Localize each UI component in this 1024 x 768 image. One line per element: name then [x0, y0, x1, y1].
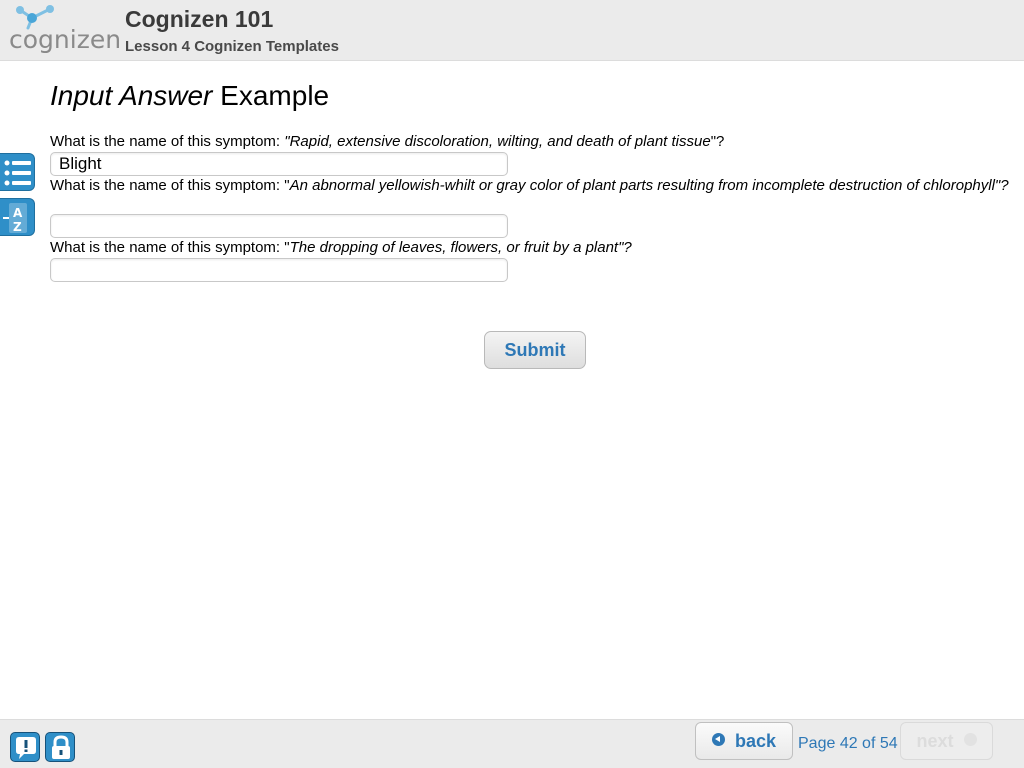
cognizen-logo: cognizen — [9, 5, 120, 54]
question-3-label: What is the name of this symptom: "The d… — [50, 239, 1010, 257]
header-bar: cognizen Cognizen 101 Lesson 4 Cognizen … — [0, 0, 1024, 61]
question-3-text: The dropping of leaves, flowers, or frui… — [289, 239, 632, 256]
back-button[interactable]: back — [695, 722, 793, 760]
page-title-italic: Input Answer — [50, 80, 213, 111]
course-title: Cognizen 101 — [125, 6, 274, 32]
question-2-label: What is the name of this symptom: "An ab… — [50, 177, 1010, 195]
lesson-title: Lesson 4 Cognizen Templates — [125, 38, 339, 55]
question-1-close: "? — [710, 133, 725, 150]
answer-3-input[interactable] — [50, 258, 508, 282]
question-2-text: An abnormal yellowish-whilt or gray colo… — [289, 177, 1009, 194]
lesson-menu-button[interactable] — [0, 153, 35, 191]
lock-button[interactable] — [45, 732, 75, 762]
answer-2-input[interactable] — [50, 214, 508, 238]
glossary-button[interactable]: A Z — [0, 198, 35, 236]
next-button[interactable]: next — [900, 722, 993, 760]
help-button[interactable] — [10, 732, 40, 762]
footer-bar: back Page 42 of 54 next — [0, 719, 1024, 768]
question-1-text: Rapid, extensive discoloration, wilting,… — [289, 133, 711, 150]
back-arrow-icon — [711, 733, 725, 747]
next-arrow-icon — [963, 733, 977, 747]
submit-button[interactable]: Submit — [484, 331, 586, 369]
logo-text: cognizen — [9, 25, 120, 54]
svg-text:Z: Z — [13, 220, 22, 234]
question-3-prefix: What is the name of this symptom: — [50, 239, 285, 256]
back-label: back — [734, 730, 777, 751]
svg-text:A: A — [13, 206, 23, 220]
page-title-rest: Example — [212, 80, 330, 111]
question-2-prefix: What is the name of this symptom: — [50, 177, 285, 194]
lock-icon — [52, 735, 70, 759]
question-1-prefix: What is the name of this symptom: — [50, 133, 285, 150]
list-menu-icon — [4, 160, 31, 186]
help-exclamation-icon — [16, 737, 36, 759]
question-1-label: What is the name of this symptom: "Rapid… — [50, 133, 1010, 151]
page-title: Input Answer Example — [50, 80, 329, 112]
page-counter: Page 42 of 54 — [798, 735, 898, 752]
next-label: next — [916, 730, 954, 751]
a-z-glossary-icon: A Z — [3, 203, 27, 234]
answer-1-input[interactable] — [50, 152, 508, 176]
